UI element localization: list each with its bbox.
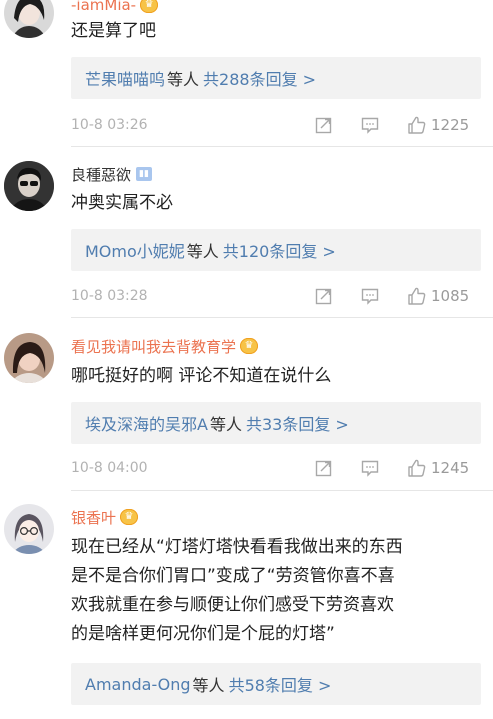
- divider: [71, 490, 493, 491]
- reply-names-link[interactable]: Amanda-Ong: [85, 675, 191, 694]
- comment-text-line: 欢我就重在参与顺便让你们感受下劳资喜欢: [71, 595, 394, 615]
- username-link[interactable]: -iamMia-: [71, 0, 136, 14]
- reply-preview[interactable]: 埃及深海的吴邪A 等人 共33条回复 >: [71, 402, 481, 444]
- thumbs-up-icon: [407, 115, 427, 135]
- share-icon: [314, 286, 334, 306]
- share-button[interactable]: [314, 457, 334, 479]
- like-count: 1085: [431, 287, 470, 305]
- reply-preview[interactable]: MOmo小妮妮 等人 共120条回复 >: [71, 229, 481, 271]
- timestamp: 10-8 03:26: [71, 117, 148, 133]
- username-row: 银香叶 ♛: [71, 506, 139, 528]
- username-row: -iamMia- ♛: [71, 0, 159, 16]
- comment-text: 哪吒挺好的啊 评论不知道在说什么: [71, 362, 481, 391]
- thumbs-up-icon: [407, 458, 427, 478]
- reply-count-link[interactable]: 共33条回复 >: [246, 411, 349, 435]
- member-badge-icon: ▮▮: [136, 167, 152, 181]
- like-button[interactable]: 1225: [407, 114, 469, 136]
- comment-button[interactable]: [360, 457, 380, 479]
- username-row: 看见我请叫我去背教育学 ♛: [71, 335, 259, 357]
- comment-icon: [360, 286, 380, 306]
- reply-suffix: 等人: [167, 70, 200, 89]
- divider: [71, 146, 493, 147]
- comment-button[interactable]: [360, 114, 380, 136]
- comment-meta: 10-8 03:28 1085: [71, 285, 481, 309]
- comment-text-line: 哪吒挺好的啊 评论不知道在说什么: [71, 366, 332, 386]
- share-button[interactable]: [314, 285, 334, 307]
- username-link[interactable]: 良種惡欲: [71, 164, 131, 185]
- reply-suffix: 等人: [186, 242, 219, 261]
- share-button[interactable]: [314, 114, 334, 136]
- avatar[interactable]: [4, 504, 54, 554]
- comment-text-line: 冲奥实属不必: [71, 193, 173, 213]
- like-button[interactable]: 1085: [407, 285, 469, 307]
- comment-meta: 10-8 03:26 1225: [71, 114, 481, 138]
- comment-text-line: 是不是合你们胃口”变成了“劳资管你喜不喜: [71, 566, 395, 586]
- username-row: 良種惡欲 ▮▮: [71, 163, 152, 185]
- timestamp: 10-8 04:00: [71, 460, 148, 476]
- comment-text: 冲奥实属不必: [71, 189, 481, 218]
- comment-icon: [360, 115, 380, 135]
- reply-suffix: 等人: [192, 676, 225, 695]
- like-count: 1225: [431, 116, 470, 134]
- crown-badge-icon: ♛: [120, 509, 139, 525]
- comment-meta: 10-8 04:00 1245: [71, 457, 481, 481]
- avatar[interactable]: [4, 333, 54, 383]
- reply-preview[interactable]: 芒果喵喵呜 等人 共288条回复 >: [71, 57, 481, 99]
- comment-text-line: 还是算了吧: [71, 21, 156, 41]
- reply-names-link[interactable]: MOmo小妮妮: [85, 238, 185, 262]
- reply-names-link[interactable]: 埃及深海的吴邪A: [85, 411, 208, 435]
- username-link[interactable]: 看见我请叫我去背教育学: [71, 336, 236, 357]
- reply-count-link[interactable]: 共120条回复 >: [223, 238, 336, 262]
- comment-text-line: 现在已经从“灯塔灯塔快看看我做出来的东西: [71, 537, 403, 557]
- reply-count-link[interactable]: 共58条回复 >: [229, 672, 332, 696]
- timestamp: 10-8 03:28: [71, 288, 148, 304]
- avatar[interactable]: [4, 0, 54, 38]
- share-icon: [314, 458, 334, 478]
- comment-text-line: 的是啥样更何况你们是个屁的灯塔”: [71, 624, 335, 644]
- like-button[interactable]: 1245: [407, 457, 469, 479]
- reply-preview[interactable]: Amanda-Ong 等人 共58条回复 >: [71, 663, 481, 705]
- reply-suffix: 等人: [209, 415, 242, 434]
- like-count: 1245: [431, 459, 470, 477]
- reply-count-link[interactable]: 共288条回复 >: [203, 66, 316, 90]
- reply-names-link[interactable]: 芒果喵喵呜: [85, 66, 165, 90]
- comment-text: 现在已经从“灯塔灯塔快看看我做出来的东西 是不是合你们胃口”变成了“劳资管你喜不…: [71, 533, 481, 649]
- username-link[interactable]: 银香叶: [71, 507, 116, 528]
- comment-button[interactable]: [360, 285, 380, 307]
- divider: [71, 317, 493, 318]
- avatar[interactable]: [4, 161, 54, 211]
- comment-text: 还是算了吧: [71, 17, 481, 46]
- thumbs-up-icon: [407, 286, 427, 306]
- crown-badge-icon: ♛: [240, 338, 259, 354]
- comment-icon: [360, 458, 380, 478]
- crown-badge-icon: ♛: [140, 0, 159, 13]
- share-icon: [314, 115, 334, 135]
